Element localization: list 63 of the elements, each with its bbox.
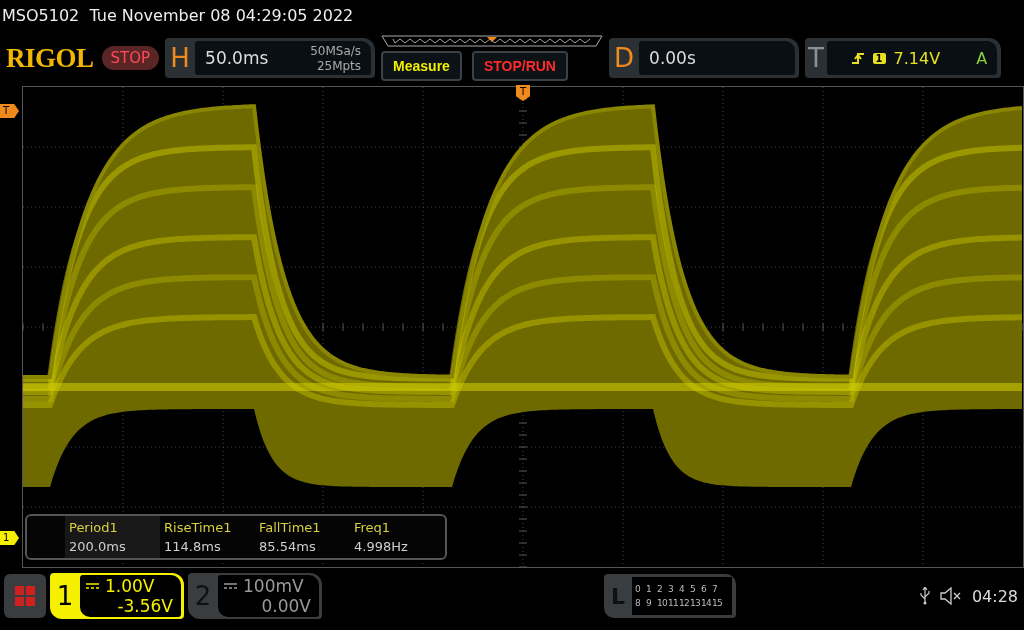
timebase-value: 50.0ms bbox=[205, 48, 269, 68]
measure-button[interactable]: Measure bbox=[381, 51, 462, 81]
speaker-muted-icon bbox=[939, 587, 962, 605]
run-status-badge[interactable]: STOP bbox=[101, 46, 160, 70]
logic-channel-number: 0 bbox=[634, 584, 642, 594]
logic-channel-number: 11 bbox=[667, 598, 679, 608]
home-button[interactable] bbox=[4, 574, 46, 618]
trigger-mode: A bbox=[976, 48, 988, 68]
rising-edge-icon bbox=[850, 51, 865, 65]
logic-channel-number: 2 bbox=[656, 584, 664, 594]
logic-channel-number: 14 bbox=[700, 598, 712, 608]
memory-depth: 25Mpts bbox=[315, 59, 362, 72]
logic-channel-number: 8 bbox=[634, 598, 642, 608]
channel-offset: -3.56V bbox=[116, 596, 173, 616]
measurement-name: RiseTime1 bbox=[164, 520, 233, 535]
trigger-panel[interactable]: T 1 7.14V A bbox=[805, 38, 1002, 78]
channel-offset: 0.00V bbox=[260, 596, 311, 616]
dc-coupling-icon bbox=[86, 583, 99, 589]
measurement-name: FallTime1 bbox=[259, 520, 322, 535]
logic-channel-number: 4 bbox=[678, 584, 686, 594]
sample-rate: 50MSa/s bbox=[310, 44, 362, 57]
window-title: MSO5102 Tue November 08 04:29:05 2022 bbox=[1, 5, 355, 27]
clock-time: 04:28 bbox=[971, 586, 1018, 606]
channel-scale: 1.00V bbox=[105, 576, 155, 596]
logic-channel-number: 5 bbox=[689, 584, 697, 594]
brand-logo: RIGOL bbox=[6, 42, 94, 74]
usb-icon bbox=[919, 587, 930, 605]
measurement-item[interactable]: FallTime1 85.54ms bbox=[255, 516, 350, 558]
delay-label: D bbox=[613, 43, 636, 73]
dc-coupling-icon bbox=[224, 583, 237, 589]
trigger-level: 7.14V bbox=[893, 48, 941, 68]
horizontal-label: H bbox=[169, 43, 191, 73]
channel-panel[interactable]: 1 1.00V -3.56V bbox=[50, 573, 184, 619]
logic-channel-number: 3 bbox=[667, 584, 675, 594]
trigger-level-marker[interactable]: T bbox=[0, 104, 19, 118]
logic-channel-number: 10 bbox=[656, 598, 668, 608]
grid-icon bbox=[15, 586, 35, 606]
delay-value: 0.00s bbox=[649, 48, 696, 68]
stoprun-button[interactable]: STOP/RUN bbox=[471, 51, 568, 81]
logic-channel-number: 15 bbox=[711, 598, 723, 608]
logic-channel-number: 12 bbox=[678, 598, 690, 608]
logic-channel-number: 13 bbox=[689, 598, 701, 608]
logic-channel-number: 9 bbox=[645, 598, 653, 608]
measurement-name: Freq1 bbox=[354, 520, 392, 535]
measurement-value: 4.998Hz bbox=[354, 539, 409, 554]
channel-scale: 100mV bbox=[243, 576, 304, 596]
delay-panel[interactable]: D 0.00s bbox=[609, 38, 800, 78]
measurement-item[interactable]: RiseTime1 114.8ms bbox=[160, 516, 255, 558]
channel-marker[interactable]: 1 bbox=[0, 531, 19, 545]
measurement-name: Period1 bbox=[69, 520, 119, 535]
trigger-position-marker[interactable]: T bbox=[516, 85, 530, 101]
logic-channel-number: 6 bbox=[700, 584, 708, 594]
measurement-value: 200.0ms bbox=[69, 539, 127, 554]
measurement-value: 85.54ms bbox=[259, 539, 317, 554]
logic-channel-number: 1 bbox=[645, 584, 653, 594]
horizontal-panel[interactable]: H 50.0ms 50MSa/s 25Mpts bbox=[165, 38, 376, 78]
measurement-value: 114.8ms bbox=[164, 539, 222, 554]
trigger-label: T bbox=[806, 43, 825, 73]
trigger-source: 1 bbox=[872, 52, 886, 64]
logic-channel-number: 7 bbox=[711, 584, 719, 594]
channel-number: 1 bbox=[55, 580, 75, 613]
measurement-item[interactable]: Freq1 4.998Hz bbox=[350, 516, 445, 558]
measurement-item[interactable]: Period1 200.0ms bbox=[65, 516, 160, 558]
